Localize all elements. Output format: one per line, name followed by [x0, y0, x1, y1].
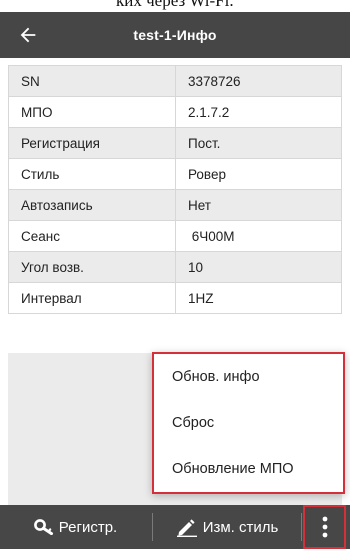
page-title: test-1-Инфо [133, 27, 217, 43]
row-value-elevation-angle: 10 [175, 251, 342, 283]
row-value-autorecord: Нет [175, 189, 342, 221]
more-vertical-icon [322, 516, 327, 538]
edit-style-button-label: Изм. стиль [202, 518, 279, 536]
row-key-elevation-angle: Угол возв. [8, 251, 176, 283]
edit-style-button[interactable]: Изм. стиль [153, 505, 301, 549]
row-key-registration: Регистрация [8, 127, 176, 159]
table-row: Угол возв. 10 [8, 251, 342, 283]
app-bar: test-1-Инфо [0, 12, 350, 58]
row-value-interval: 1HZ [175, 282, 342, 314]
pen-icon [176, 519, 197, 537]
row-key-firmware: МПО [8, 96, 176, 128]
row-value-sn: 3378726 [175, 65, 342, 97]
bottom-bar-divider [301, 513, 302, 541]
app-screen: test-1-Инфо SN 3378726 МПО 2.1.7.2 Регис… [0, 12, 350, 549]
row-value-firmware: 2.1.7.2 [175, 96, 342, 128]
row-value-style: Ровер [175, 158, 342, 190]
row-key-style: Стиль [8, 158, 176, 190]
register-button-label: Регистр. [58, 518, 118, 536]
row-key-session: Сеанс [8, 220, 176, 252]
menu-item-refresh-info[interactable]: Обнов. инфо [154, 354, 343, 400]
table-row: SN 3378726 [8, 65, 342, 97]
table-row: МПО 2.1.7.2 [8, 96, 342, 128]
table-row: Сеанс 6Ч00М [8, 220, 342, 252]
table-row: Регистрация Пост. [8, 127, 342, 159]
caption-text: ких через Wi-Fi. [116, 0, 234, 10]
document-caption-fragment: ких через Wi-Fi. [0, 0, 350, 12]
table-row: Интервал 1HZ [8, 282, 342, 314]
table-row: Стиль Ровер [8, 158, 342, 190]
more-options-button[interactable] [303, 505, 346, 549]
row-key-sn: SN [8, 65, 176, 97]
row-value-session: 6Ч00М [175, 220, 342, 252]
menu-item-reset[interactable]: Сброс [154, 400, 343, 446]
menu-item-firmware-update[interactable]: Обновление МПО [154, 446, 343, 492]
register-button[interactable]: Регистр. [0, 505, 151, 549]
overflow-menu-popup: Обнов. инфо Сброс Обновление МПО [152, 352, 345, 494]
key-icon [33, 519, 53, 535]
info-table: SN 3378726 МПО 2.1.7.2 Регистрация Пост.… [8, 65, 342, 314]
row-value-registration: Пост. [175, 127, 342, 159]
row-key-interval: Интервал [8, 282, 176, 314]
bottom-action-bar: Регистр. Изм. стиль [0, 505, 350, 549]
row-key-autorecord: Автозапись [8, 189, 176, 221]
table-row: Автозапись Нет [8, 189, 342, 221]
